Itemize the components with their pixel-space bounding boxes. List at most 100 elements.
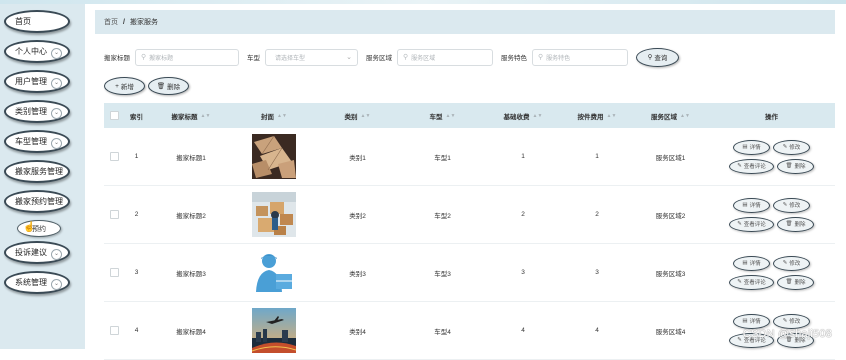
row-index: 1 (134, 153, 139, 160)
add-button[interactable]: + 新增 (104, 77, 145, 95)
sidebar-item-moving-booking-management[interactable]: 搬家预约管理 (4, 190, 70, 213)
area-filter-label: 服务区域 (366, 55, 392, 62)
search-icon: ⚲ (538, 54, 544, 61)
sort-icon: ▲▼ (277, 112, 287, 119)
action-bar: + 新增 🗑 删除 (104, 77, 192, 95)
area-filter-input[interactable]: ⚲ 服务区域 (397, 48, 493, 66)
sort-icon: ▲▼ (532, 112, 543, 119)
row-title: 搬家标题2 (176, 212, 206, 220)
row-car-type: 车型4 (434, 328, 451, 336)
header-car-type[interactable]: 车型 ▲▼ (400, 111, 485, 121)
sidebar-item-car-type-management[interactable]: 车型管理 ⌄ (4, 130, 70, 153)
edit-button[interactable]: ✎ 修改 (773, 255, 810, 271)
bulk-delete-button[interactable]: 🗑 删除 (148, 77, 189, 95)
title-filter-input[interactable]: ⚲ 搬家标题 (135, 48, 239, 66)
header-label: 基础收费 (503, 113, 530, 121)
row-car-type: 车型1 (434, 154, 451, 162)
table-header: 索引 搬家标题 ▲▼ 封面 ▲▼ 类别 ▲▼ 车型 ▲▼ 基础收费 ▲▼ 按件费用 ▲▼ 服… (104, 103, 835, 128)
review-label: 查看评论 (743, 164, 766, 170)
row-index: 3 (134, 269, 139, 276)
row-checkbox[interactable] (109, 326, 119, 335)
select-all-checkbox[interactable] (109, 111, 119, 120)
sort-icon: ▲▼ (445, 112, 456, 119)
sidebar-item-label: 类别管理 (15, 107, 47, 116)
delete-button[interactable]: 🗑 删除 (777, 274, 814, 290)
row-category: 类别4 (349, 328, 366, 336)
row-checkbox[interactable] (109, 268, 119, 277)
header-title[interactable]: 搬家标题 ▲▼ (149, 111, 233, 121)
car-type-placeholder: 请选择车型 (275, 55, 306, 62)
header-label: 类别 (344, 113, 358, 121)
feature-filter-input[interactable]: ⚲ 服务特色 (532, 48, 628, 66)
sidebar-subitem-booking[interactable]: ☝ 预约 (17, 220, 61, 237)
row-checkbox[interactable] (109, 152, 119, 161)
edit-button[interactable]: ✎ 修改 (773, 313, 810, 329)
header-operations: 操作 (708, 111, 835, 121)
edit-label: 修改 (789, 319, 801, 325)
view-reviews-button[interactable]: ✎ 查看评论 (729, 216, 774, 232)
edit-button[interactable]: ✎ 修改 (773, 197, 810, 213)
hand-pointer-icon: ☝ (23, 222, 36, 233)
cover-image-boxes (252, 134, 296, 179)
view-reviews-button[interactable]: ✎ 查看评论 (729, 274, 774, 290)
detail-button[interactable]: ▤ 详情 (733, 139, 770, 155)
detail-label: 详情 (749, 319, 761, 325)
view-reviews-button[interactable]: ✎ 查看评论 (729, 158, 774, 174)
edit-icon: ✎ (737, 279, 742, 285)
breadcrumb: 首页 / 搬家服务 (95, 10, 835, 34)
document-icon: ▤ (742, 144, 748, 150)
edit-icon: ✎ (737, 163, 742, 169)
sidebar-item-complaints[interactable]: 投诉建议 ⌄ (4, 241, 70, 264)
delete-button[interactable]: 🗑 删除 (777, 216, 814, 232)
detail-button[interactable]: ▤ 详情 (733, 313, 770, 329)
search-button-label: 查询 (654, 55, 668, 62)
breadcrumb-home[interactable]: 首页 (104, 17, 118, 27)
row-service-area: 服务区域3 (655, 270, 686, 278)
car-type-select[interactable]: 请选择车型 ⌄ (265, 48, 358, 66)
header-category[interactable]: 类别 ▲▼ (315, 111, 400, 121)
sidebar-item-moving-service-management[interactable]: 搬家服务管理 (4, 160, 70, 183)
sidebar-item-label: 系统管理 (15, 278, 47, 287)
row-category: 类别1 (349, 154, 366, 162)
header-piece-fee[interactable]: 按件费用 ▲▼ (561, 111, 633, 121)
header-service-area[interactable]: 服务区域 ▲▼ (633, 111, 708, 121)
chevron-down-icon: ⌄ (51, 279, 62, 290)
sidebar-item-home[interactable]: 首页 (4, 10, 70, 33)
add-button-label: 新增 (120, 84, 134, 91)
delete-button[interactable]: 🗑 删除 (777, 158, 814, 174)
row-car-type: 车型2 (434, 212, 451, 220)
header-base-fee[interactable]: 基础收费 ▲▼ (485, 111, 561, 121)
document-icon: ▤ (742, 318, 748, 324)
breadcrumb-current: 搬家服务 (129, 19, 158, 26)
header-label: 索引 (130, 113, 143, 121)
detail-label: 详情 (749, 203, 761, 209)
sidebar-item-personal-center[interactable]: 个人中心 ⌄ (4, 40, 70, 63)
edit-button[interactable]: ✎ 修改 (773, 139, 810, 155)
header-cover[interactable]: 封面 ▲▼ (233, 111, 315, 121)
delete-label: 删除 (794, 280, 806, 286)
sidebar-item-user-management[interactable]: 用户管理 ⌄ (4, 70, 70, 93)
document-icon: ▤ (742, 260, 748, 266)
chevron-down-icon: ⌄ (51, 108, 62, 119)
row-checkbox[interactable] (109, 210, 119, 219)
title-filter-placeholder: 搬家标题 (149, 55, 174, 62)
area-filter-placeholder: 服务区域 (411, 55, 436, 62)
sort-icon: ▲▼ (680, 112, 690, 119)
trash-icon: 🗑 (785, 163, 793, 169)
header-label: 操作 (765, 113, 778, 121)
main-content: 首页 / 搬家服务 搬家标题 ⚲ 搬家标题 车型 请选择车型 ⌄ 服务区域 ⚲ 服务区… (86, 4, 846, 360)
search-button[interactable]: ⚲ 查询 (636, 47, 679, 67)
row-piece-fee: 2 (595, 211, 599, 218)
detail-button[interactable]: ▤ 详情 (733, 255, 770, 271)
search-icon: ⚲ (647, 54, 653, 61)
sidebar-item-system-management[interactable]: 系统管理 ⌄ (4, 271, 70, 294)
detail-button[interactable]: ▤ 详情 (733, 197, 770, 213)
chevron-down-icon: ⌄ (51, 48, 62, 59)
edit-icon: ✎ (782, 144, 788, 150)
sidebar-item-category-management[interactable]: 类别管理 ⌄ (4, 100, 70, 123)
header-label: 封面 (261, 113, 275, 121)
sidebar-item-label: 搬家预约管理 (15, 197, 63, 206)
car-type-filter-label: 车型 (247, 55, 260, 62)
sidebar-item-label: 车型管理 (15, 137, 47, 146)
table-row: 4 搬家标题4 类别4 车型4 4 4 服务区域4 ▤ 详情 ✎ 修改 ✎ 查看评论 🗑 删… (104, 302, 835, 360)
